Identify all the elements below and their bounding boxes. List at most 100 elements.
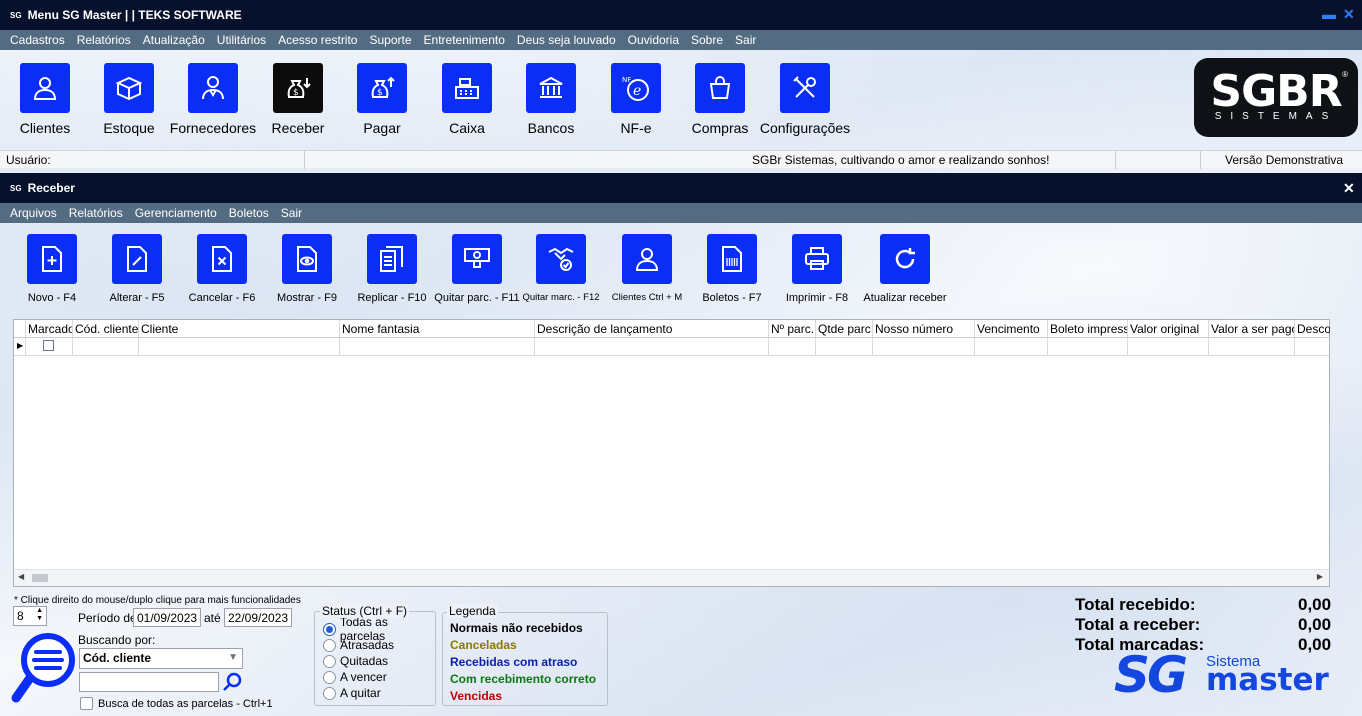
menu-ouvidoria[interactable]: Ouvidoria: [628, 33, 679, 47]
menu-gerenciamento[interactable]: Gerenciamento: [135, 206, 217, 220]
toolbar-compras-button[interactable]: Compras: [692, 63, 748, 136]
novo-button[interactable]: Novo - F4: [27, 234, 77, 304]
menu-cadastros[interactable]: Cadastros: [10, 33, 65, 47]
scroll-thumb[interactable]: [32, 574, 48, 582]
quitar-parc-button[interactable]: Quitar parc. - F11: [434, 234, 520, 304]
legenda-canceladas: Canceladas: [450, 638, 517, 652]
radio-todas[interactable]: Todas as parcelas: [323, 615, 435, 643]
col-nome-fantasia[interactable]: Nome fantasia: [340, 320, 535, 338]
logo-master: master: [1206, 662, 1329, 698]
menu-relatorios[interactable]: Relatórios: [69, 206, 123, 220]
sg-master-logo: SG Sistema master: [1114, 646, 1344, 710]
row-indicator-icon: ▶: [14, 338, 26, 356]
radio-quitadas[interactable]: Quitadas: [323, 653, 435, 669]
busca-todas-row[interactable]: Busca de todas as parcelas - Ctrl+1: [80, 697, 273, 710]
minimize-icon[interactable]: ▬: [1322, 6, 1336, 22]
app-logo-small: SG: [10, 10, 22, 20]
toolbar-configuracoes-button[interactable]: Configurações: [760, 63, 850, 136]
legenda-recebimento-correto: Com recebimento correto: [450, 672, 597, 686]
col-descricao[interactable]: Descrição de lançamento: [535, 320, 769, 338]
quitar-marc-button[interactable]: Quitar marc. - F12: [522, 234, 600, 303]
toolbar-receber-button[interactable]: $ Receber: [272, 63, 324, 136]
menu-atualizacao[interactable]: Atualização: [143, 33, 205, 47]
status-group-title: Status (Ctrl + F): [320, 604, 410, 618]
close-icon[interactable]: ✕: [1343, 180, 1355, 197]
svg-text:$: $: [293, 88, 299, 98]
supplier-icon: [188, 63, 238, 113]
tools-icon: [780, 63, 830, 113]
menu-utilitarios[interactable]: Utilitários: [217, 33, 266, 47]
menu-arquivos[interactable]: Arquivos: [10, 206, 57, 220]
date-to-input[interactable]: 22/09/2023: [224, 608, 292, 627]
toolbar-label: Estoque: [103, 120, 155, 136]
marcado-checkbox[interactable]: [43, 340, 54, 351]
toolbar-clientes-button[interactable]: Clientes: [20, 63, 70, 136]
buscando-select[interactable]: Cód. cliente ▼: [79, 648, 243, 669]
col-n-parc[interactable]: Nº parc.: [769, 320, 816, 338]
col-qtde-parc[interactable]: Qtde parc.: [816, 320, 873, 338]
close-icon[interactable]: ✕: [1343, 6, 1355, 23]
spinner-arrows-icon[interactable]: ▲ ▼: [36, 607, 43, 623]
receber-title-bar: SG Receber ✕: [0, 173, 1362, 203]
refresh-icon: [880, 234, 930, 284]
horizontal-scrollbar[interactable]: ◀ ▶: [14, 569, 1329, 586]
total-recebido-label: Total recebido:: [1075, 595, 1196, 614]
menu-relatorios[interactable]: Relatórios: [77, 33, 131, 47]
toolbar-estoque-button[interactable]: Estoque: [103, 63, 155, 136]
col-nosso-numero[interactable]: Nosso número: [873, 320, 975, 338]
receber-menu-bar: Arquivos Relatórios Gerenciamento Boleto…: [0, 203, 1362, 223]
mostrar-button[interactable]: Mostrar - F9: [277, 234, 337, 304]
date-from-input[interactable]: 01/09/2023: [133, 608, 201, 627]
radio-a-quitar[interactable]: A quitar: [323, 685, 435, 701]
toolbar-nfe-button[interactable]: e NF NF-e: [611, 63, 661, 136]
menu-deus-seja-louvado[interactable]: Deus seja louvado: [517, 33, 616, 47]
menu-acesso-restrito[interactable]: Acesso restrito: [278, 33, 357, 47]
pay-icon: [452, 234, 502, 284]
toolbar-label: Pagar: [363, 120, 401, 136]
replicar-button[interactable]: Replicar - F10: [357, 234, 427, 304]
toolbar-bancos-button[interactable]: Bancos: [526, 63, 576, 136]
menu-entretenimento[interactable]: Entretenimento: [424, 33, 505, 47]
menu-boletos[interactable]: Boletos: [229, 206, 269, 220]
svg-text:e: e: [633, 83, 641, 99]
toolbar-label: Clientes: [19, 120, 71, 136]
search-icon[interactable]: [222, 671, 244, 696]
col-desconto[interactable]: Descor: [1295, 320, 1330, 338]
scroll-left-icon[interactable]: ◀: [18, 572, 24, 581]
total-receber-label: Total a receber:: [1075, 615, 1201, 634]
menu-sobre[interactable]: Sobre: [691, 33, 723, 47]
clientes-button[interactable]: Clientes Ctrl + M: [612, 234, 682, 303]
atualizar-label: Atualizar receber: [863, 292, 947, 304]
col-cliente[interactable]: Cliente: [139, 320, 340, 338]
col-boleto-impresso[interactable]: Boleto impresso: [1048, 320, 1128, 338]
toolbar-fornecedores-button[interactable]: Fornecedores: [170, 63, 256, 136]
toolbar-caixa-button[interactable]: Caixa: [442, 63, 492, 136]
user-icon: [622, 234, 672, 284]
toolbar-pagar-button[interactable]: $ Pagar: [357, 63, 407, 136]
menu-sair[interactable]: Sair: [735, 33, 756, 47]
cancelar-button[interactable]: Cancelar - F6: [189, 234, 255, 304]
logo-text: SGBR: [1210, 66, 1342, 117]
status-bar: Usuário: SGBr Sistemas, cultivando o amo…: [0, 150, 1362, 169]
menu-sair[interactable]: Sair: [281, 206, 302, 220]
col-marcado[interactable]: Marcado: [26, 320, 73, 338]
radio-a-vencer[interactable]: A vencer: [323, 669, 435, 685]
table-row[interactable]: ▶: [14, 338, 1329, 356]
toolbar-label: Receber: [271, 120, 325, 136]
busca-todas-checkbox[interactable]: [80, 697, 93, 710]
menu-suporte[interactable]: Suporte: [369, 33, 411, 47]
col-cod-cliente[interactable]: Cód. cliente: [73, 320, 139, 338]
boletos-button[interactable]: Boletos - F7: [702, 234, 762, 304]
col-valor-original[interactable]: Valor original: [1128, 320, 1209, 338]
imprimir-button[interactable]: Imprimir - F8: [786, 234, 848, 304]
month-spinner[interactable]: 8 ▲ ▼: [13, 606, 47, 626]
scroll-right-icon[interactable]: ▶: [1317, 572, 1323, 581]
alterar-button[interactable]: Alterar - F5: [109, 234, 165, 304]
col-valor-a-ser-pago[interactable]: Valor a ser pago: [1209, 320, 1295, 338]
printer-icon: [792, 234, 842, 284]
search-input[interactable]: [79, 672, 219, 692]
receber-grid[interactable]: Marcado Cód. cliente Cliente Nome fantas…: [13, 319, 1330, 587]
chevron-down-icon[interactable]: ▼: [228, 652, 238, 663]
atualizar-button[interactable]: Atualizar receber: [863, 234, 947, 304]
col-vencimento[interactable]: Vencimento: [975, 320, 1048, 338]
